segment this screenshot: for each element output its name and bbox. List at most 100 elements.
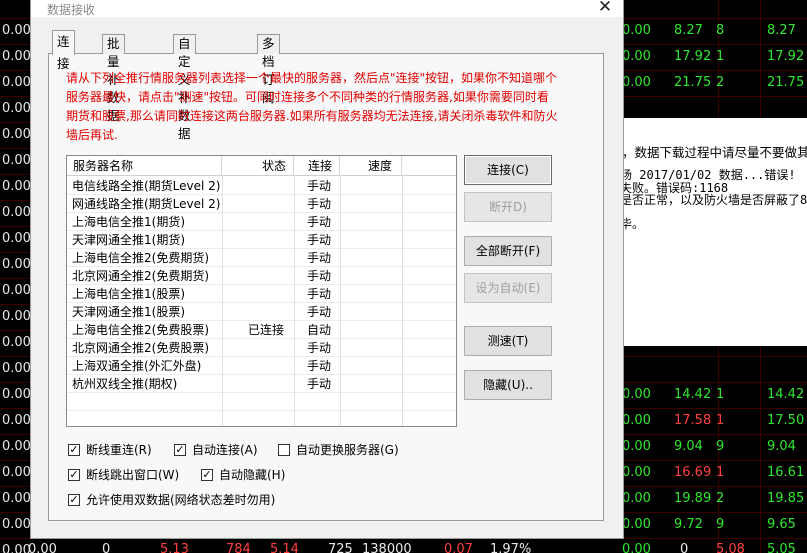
quote-cell: 5.14: [270, 542, 299, 553]
server-name: 天津网通全推1(股票): [72, 305, 185, 319]
checkbox-label: 允许使用双数据(网络状态差时勿用): [86, 493, 276, 507]
server-connect-mode: 手动: [307, 179, 332, 193]
row-gridline: [67, 374, 456, 375]
column-header-speed[interactable]: 速度: [340, 156, 402, 176]
close-icon[interactable]: ✕: [591, 0, 619, 17]
server-connect-mode: 手动: [307, 287, 332, 301]
checkbox-box[interactable]: ✓: [68, 444, 80, 456]
quote-cell: 0: [680, 542, 689, 553]
server-name: 上海电信全推2(免费期货): [72, 251, 209, 265]
quote-change: 0.00: [622, 517, 651, 532]
title-bar[interactable]: 数据接收 ✕: [31, 0, 623, 17]
popup-on-disconnect-checkbox[interactable]: ✓ 断线跳出窗口(W): [68, 467, 188, 483]
quote-cell: 0.00: [2, 257, 31, 272]
quote-price: 9.04: [674, 439, 703, 454]
row-gridline: [67, 356, 456, 357]
server-connect-mode: 手动: [307, 251, 332, 265]
row-gridline: [67, 266, 456, 267]
quote-cell: 0.00: [2, 283, 31, 298]
auto-hide-checkbox[interactable]: ✓ 自动隐藏(H): [201, 467, 301, 483]
quote-cell: 0.00: [2, 361, 31, 376]
server-name: 上海电信全推1(股票): [72, 287, 185, 301]
server-connect-mode: 手动: [307, 197, 332, 211]
server-connect-mode: 手动: [307, 305, 332, 319]
checkbox-box[interactable]: [278, 444, 290, 456]
quote-cell: 0.07: [444, 542, 473, 553]
server-list-header: 服务器名称 状态 连接 速度: [67, 156, 456, 176]
server-row[interactable]: 北京网通全推2(免费期货) 手动: [67, 267, 456, 285]
row-gridline: [67, 302, 456, 303]
server-row[interactable]: 上海电信全推1(期货) 手动: [67, 213, 456, 231]
quote-cell: 725: [328, 542, 353, 553]
tab-depth-subscribe[interactable]: 多档订阅: [257, 34, 280, 105]
quote-cell: 0.00: [2, 309, 31, 324]
server-row[interactable]: 上海电信全推2(免费股票) 已连接 自动: [67, 321, 456, 339]
server-connect-mode: 自动: [307, 323, 332, 337]
tab-connect[interactable]: 连接: [52, 30, 75, 71]
quote-price: 19.89: [674, 491, 712, 506]
column-header-connect[interactable]: 连接: [294, 156, 340, 176]
server-row[interactable]: 杭州双线全推(期权) 手动: [67, 375, 456, 393]
quote-cell: 0.00: [2, 335, 31, 350]
column-gridline: [402, 176, 403, 426]
tab-batch-fill[interactable]: 批量补数据: [102, 34, 125, 123]
log-line: 是否正常，以及防火墙是否屏蔽了8: [622, 193, 807, 207]
auto-connect-checkbox[interactable]: ✓ 自动连接(A): [174, 442, 274, 458]
quote-cell: 5.05: [767, 542, 796, 553]
quote-cell: 0.00: [2, 101, 31, 116]
server-row[interactable]: 上海电信全推1(股票) 手动: [67, 285, 456, 303]
checkbox-box[interactable]: ✓: [174, 444, 186, 456]
server-connect-mode: 手动: [307, 359, 332, 373]
quote-fragment: 9: [716, 439, 725, 454]
dual-data-checkbox[interactable]: ✓ 允许使用双数据(网络状态差时勿用): [68, 492, 288, 508]
server-row[interactable]: 上海双通全推(外汇外盘) 手动: [67, 357, 456, 375]
auto-switch-server-checkbox[interactable]: 自动更换服务器(G): [278, 442, 408, 458]
server-connect-mode: 手动: [307, 341, 332, 355]
checkbox-box[interactable]: ✓: [68, 469, 80, 481]
set-auto-button[interactable]: 设为自动(E): [464, 273, 552, 303]
quote-change: 0.00: [622, 49, 651, 64]
quote-price: 17.58: [674, 413, 712, 428]
quote-price-alt: 8.27: [767, 23, 796, 38]
server-connect-mode: 手动: [307, 215, 332, 229]
quote-cell: 0.00: [2, 231, 31, 246]
checkbox-label: 自动连接(A): [192, 443, 258, 457]
row-gridline: [67, 320, 456, 321]
connect-button[interactable]: 连接(C): [464, 155, 552, 185]
checkbox-box[interactable]: ✓: [68, 494, 80, 506]
server-row[interactable]: 北京网通全推2(免费股票) 手动: [67, 339, 456, 357]
tab-custom-fill[interactable]: 自定义补数据: [173, 34, 196, 141]
server-row[interactable]: 网通线路全推(期货Level 2) 手动: [67, 195, 456, 213]
server-list[interactable]: 服务器名称 状态 连接 速度 电信线路全推(期货Level 2) 手动 网通线路全推…: [66, 155, 457, 427]
server-name: 网通线路全推(期货Level 2): [72, 197, 221, 211]
column-header-status[interactable]: 状态: [222, 156, 294, 176]
server-row[interactable]: 电信线路全推(期货Level 2) 手动: [67, 177, 456, 195]
quote-fragment: 1: [716, 465, 725, 480]
reconnect-checkbox[interactable]: ✓ 断线重连(R): [68, 442, 168, 458]
server-name: 上海电信全推1(期货): [72, 215, 185, 229]
server-row[interactable]: 天津网通全推1(期货) 手动: [67, 231, 456, 249]
column-gridline: [294, 176, 295, 426]
server-row[interactable]: 上海电信全推2(免费期货) 手动: [67, 249, 456, 267]
row-gridline: [67, 194, 456, 195]
quote-price-alt: 9.04: [767, 439, 796, 454]
server-name: 北京网通全推2(免费股票): [72, 341, 209, 355]
row-gridline: [67, 248, 456, 249]
quote-price: 8.27: [674, 23, 703, 38]
hide-button[interactable]: 隐藏(U)..: [464, 370, 552, 400]
quote-cell: 138000: [362, 542, 412, 553]
quote-price-alt: 21.75: [767, 75, 805, 90]
quote-cell: 1.97%: [490, 542, 532, 553]
quote-fragment: 9: [716, 517, 725, 532]
quote-price: 16.69: [674, 465, 712, 480]
column-header-name[interactable]: 服务器名称: [67, 156, 222, 176]
disconnect-button[interactable]: 断开D): [464, 192, 552, 222]
checkbox-box[interactable]: ✓: [201, 469, 213, 481]
speed-test-button[interactable]: 测速(T): [464, 326, 552, 356]
disconnect-all-button[interactable]: 全部断开(F): [464, 236, 552, 266]
quote-fragment: 1: [716, 387, 725, 402]
server-row[interactable]: 天津网通全推1(股票) 手动: [67, 303, 456, 321]
quote-cell: 784: [226, 542, 251, 553]
row-gridline: [67, 212, 456, 213]
instruction-notice: 请从下列全推行情服务器列表选择一个最快的服务器，然后点"连接"按钮，如果你不知道…: [66, 71, 558, 142]
